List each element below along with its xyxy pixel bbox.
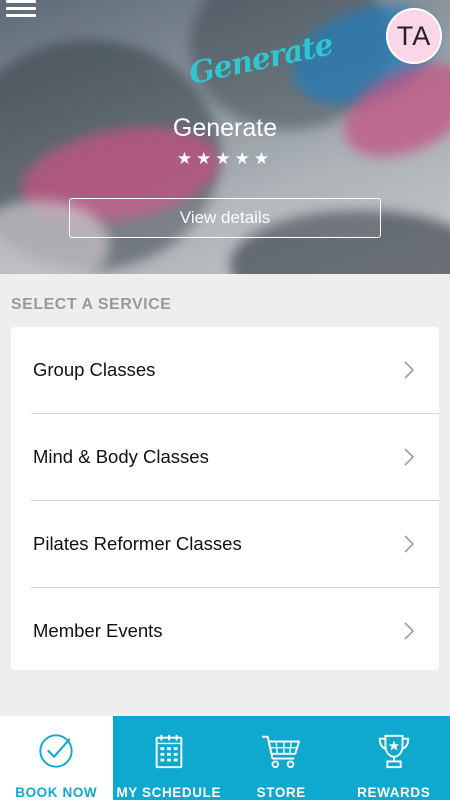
chevron-right-icon — [404, 361, 415, 379]
menu-icon[interactable] — [6, 0, 36, 17]
gym-name: Generate — [172, 114, 278, 142]
trophy-icon — [378, 734, 409, 769]
chevron-right-icon — [404, 448, 415, 466]
chevron-right-icon — [404, 535, 415, 553]
tab-rewards[interactable]: REWARDS — [338, 716, 450, 800]
service-item-label: Pilates Reformer Classes — [33, 533, 242, 554]
service-list: Group Classes Mind & Body Classes Pilate… — [11, 327, 439, 670]
calendar-icon — [155, 734, 183, 769]
shopping-cart-icon — [262, 735, 301, 769]
tab-store[interactable]: STORE — [225, 716, 338, 800]
service-item-label: Group Classes — [33, 359, 156, 380]
service-item-group-classes[interactable]: Group Classes — [11, 327, 439, 413]
avatar[interactable]: TA — [386, 8, 442, 64]
tab-my-schedule[interactable]: MY SCHEDULE — [113, 716, 226, 800]
bottom-nav: BOOK NOW MY SCHEDULE STORE REWARDS — [0, 716, 450, 800]
star-rating: ★★★★★ — [176, 149, 274, 168]
chevron-right-icon — [404, 622, 415, 640]
tab-label: MY SCHEDULE — [116, 785, 222, 800]
hero-banner: Generate TA Generate ★★★★★ View details — [0, 0, 450, 274]
service-item-label: Mind & Body Classes — [33, 446, 209, 467]
avatar-initials: TA — [396, 20, 432, 51]
service-item-mind-body-classes[interactable]: Mind & Body Classes — [11, 414, 439, 500]
tab-label: STORE — [256, 785, 306, 800]
service-item-pilates-reformer-classes[interactable]: Pilates Reformer Classes — [11, 501, 439, 587]
view-details-button[interactable]: View details — [69, 198, 381, 238]
service-item-label: Member Events — [33, 620, 163, 641]
tab-label: BOOK NOW — [15, 785, 98, 800]
checkmark-circle-icon — [39, 734, 73, 768]
service-item-member-events[interactable]: Member Events — [11, 588, 439, 674]
tab-label: REWARDS — [357, 785, 431, 800]
tab-book-now[interactable]: BOOK NOW — [0, 716, 113, 800]
section-heading: SELECT A SERVICE — [11, 296, 172, 313]
